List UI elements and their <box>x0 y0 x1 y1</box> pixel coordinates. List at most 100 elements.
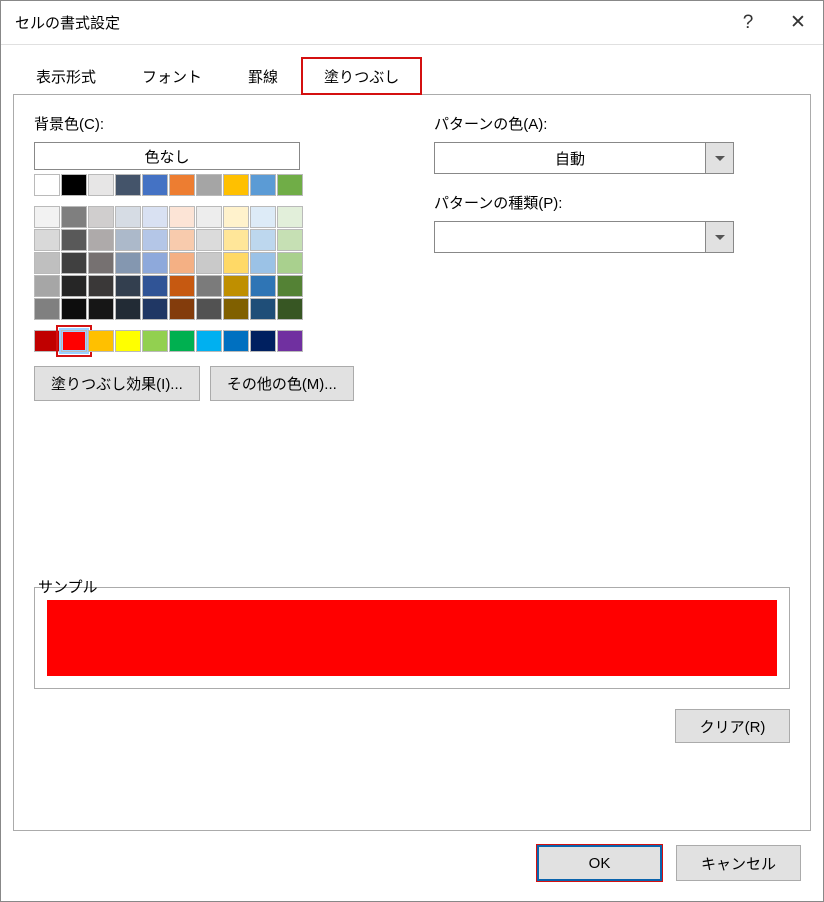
color-swatch[interactable] <box>61 298 87 320</box>
pattern-color-label: パターンの色(A): <box>434 113 790 134</box>
color-swatch[interactable] <box>277 252 303 274</box>
color-swatch[interactable] <box>277 229 303 251</box>
color-swatch[interactable] <box>250 229 276 251</box>
color-swatch[interactable] <box>250 275 276 297</box>
color-swatch[interactable] <box>115 330 141 352</box>
color-swatch[interactable] <box>88 330 114 352</box>
color-swatch[interactable] <box>223 298 249 320</box>
color-swatch[interactable] <box>115 252 141 274</box>
dialog-title: セルの書式設定 <box>15 12 723 33</box>
no-color-button[interactable]: 色なし <box>34 142 300 170</box>
sample-label: サンプル <box>34 579 102 596</box>
color-swatch[interactable] <box>196 174 222 196</box>
color-swatch[interactable] <box>250 252 276 274</box>
color-swatch[interactable] <box>88 206 114 228</box>
color-swatch[interactable] <box>196 330 222 352</box>
color-swatch[interactable] <box>169 330 195 352</box>
tab-font[interactable]: フォント <box>119 57 225 95</box>
color-swatch[interactable] <box>223 330 249 352</box>
pattern-type-label: パターンの種類(P): <box>434 192 790 213</box>
color-swatch[interactable] <box>88 229 114 251</box>
fill-effects-button[interactable]: 塗りつぶし効果(I)... <box>34 366 200 401</box>
color-swatch[interactable] <box>34 275 60 297</box>
color-swatch[interactable] <box>223 174 249 196</box>
pattern-color-combo[interactable]: 自動 <box>434 142 734 174</box>
color-swatch[interactable] <box>223 229 249 251</box>
help-button[interactable]: ? <box>723 1 773 45</box>
color-swatch[interactable] <box>196 252 222 274</box>
color-palette <box>34 174 394 352</box>
color-swatch[interactable] <box>196 298 222 320</box>
color-swatch[interactable] <box>61 174 87 196</box>
color-swatch[interactable] <box>196 275 222 297</box>
color-swatch[interactable] <box>250 206 276 228</box>
color-swatch[interactable] <box>169 252 195 274</box>
color-swatch[interactable] <box>196 229 222 251</box>
color-swatch[interactable] <box>88 174 114 196</box>
color-swatch[interactable] <box>169 275 195 297</box>
color-swatch[interactable] <box>250 330 276 352</box>
tab-strip: 表示形式 フォント 罫線 塗りつぶし <box>1 45 823 95</box>
color-swatch[interactable] <box>196 206 222 228</box>
chevron-down-icon[interactable] <box>705 222 733 252</box>
titlebar: セルの書式設定 ? ✕ <box>1 1 823 45</box>
color-swatch[interactable] <box>169 229 195 251</box>
sample-preview <box>47 600 777 676</box>
clear-button[interactable]: クリア(R) <box>675 709 790 743</box>
color-swatch[interactable] <box>142 298 168 320</box>
color-swatch[interactable] <box>115 206 141 228</box>
color-swatch[interactable] <box>277 206 303 228</box>
color-swatch[interactable] <box>61 206 87 228</box>
sample-box <box>34 587 790 689</box>
color-swatch[interactable] <box>277 275 303 297</box>
color-swatch[interactable] <box>34 229 60 251</box>
color-swatch[interactable] <box>250 298 276 320</box>
color-swatch[interactable] <box>88 298 114 320</box>
chevron-down-icon[interactable] <box>705 143 733 173</box>
pattern-type-combo[interactable] <box>434 221 734 253</box>
color-swatch[interactable] <box>34 174 60 196</box>
color-swatch[interactable] <box>34 252 60 274</box>
tab-fill[interactable]: 塗りつぶし <box>301 57 422 95</box>
color-swatch[interactable] <box>277 298 303 320</box>
ok-button[interactable]: OK <box>537 845 662 881</box>
color-swatch[interactable] <box>142 206 168 228</box>
pattern-type-value <box>435 222 705 252</box>
color-swatch[interactable] <box>34 298 60 320</box>
color-swatch[interactable] <box>169 298 195 320</box>
color-swatch[interactable] <box>34 330 60 352</box>
color-swatch[interactable] <box>223 275 249 297</box>
color-swatch[interactable] <box>223 252 249 274</box>
bgcolor-label: 背景色(C): <box>34 113 394 134</box>
color-swatch[interactable] <box>250 174 276 196</box>
color-swatch[interactable] <box>115 275 141 297</box>
color-swatch[interactable] <box>61 275 87 297</box>
color-swatch[interactable] <box>61 252 87 274</box>
tab-border[interactable]: 罫線 <box>225 57 301 95</box>
tab-display[interactable]: 表示形式 <box>13 57 119 95</box>
color-swatch[interactable] <box>88 275 114 297</box>
more-colors-button[interactable]: その他の色(M)... <box>210 366 354 401</box>
color-swatch[interactable] <box>223 206 249 228</box>
color-swatch[interactable] <box>115 229 141 251</box>
color-swatch[interactable] <box>115 174 141 196</box>
color-swatch[interactable] <box>142 229 168 251</box>
color-swatch[interactable] <box>169 174 195 196</box>
cancel-button[interactable]: キャンセル <box>676 845 801 881</box>
color-swatch[interactable] <box>88 252 114 274</box>
color-swatch[interactable] <box>34 206 60 228</box>
color-swatch[interactable] <box>142 252 168 274</box>
color-swatch[interactable] <box>61 330 87 352</box>
tab-panel-fill: 背景色(C): 色なし 塗りつぶし効果(I)... その他の色(M)... パタ… <box>13 94 811 831</box>
color-swatch[interactable] <box>277 174 303 196</box>
color-swatch[interactable] <box>142 275 168 297</box>
color-swatch[interactable] <box>169 206 195 228</box>
format-cells-dialog: セルの書式設定 ? ✕ 表示形式 フォント 罫線 塗りつぶし 背景色(C): 色… <box>0 0 824 902</box>
pattern-color-value: 自動 <box>435 143 705 173</box>
color-swatch[interactable] <box>115 298 141 320</box>
close-button[interactable]: ✕ <box>773 1 823 45</box>
color-swatch[interactable] <box>142 174 168 196</box>
color-swatch[interactable] <box>142 330 168 352</box>
color-swatch[interactable] <box>277 330 303 352</box>
color-swatch[interactable] <box>61 229 87 251</box>
